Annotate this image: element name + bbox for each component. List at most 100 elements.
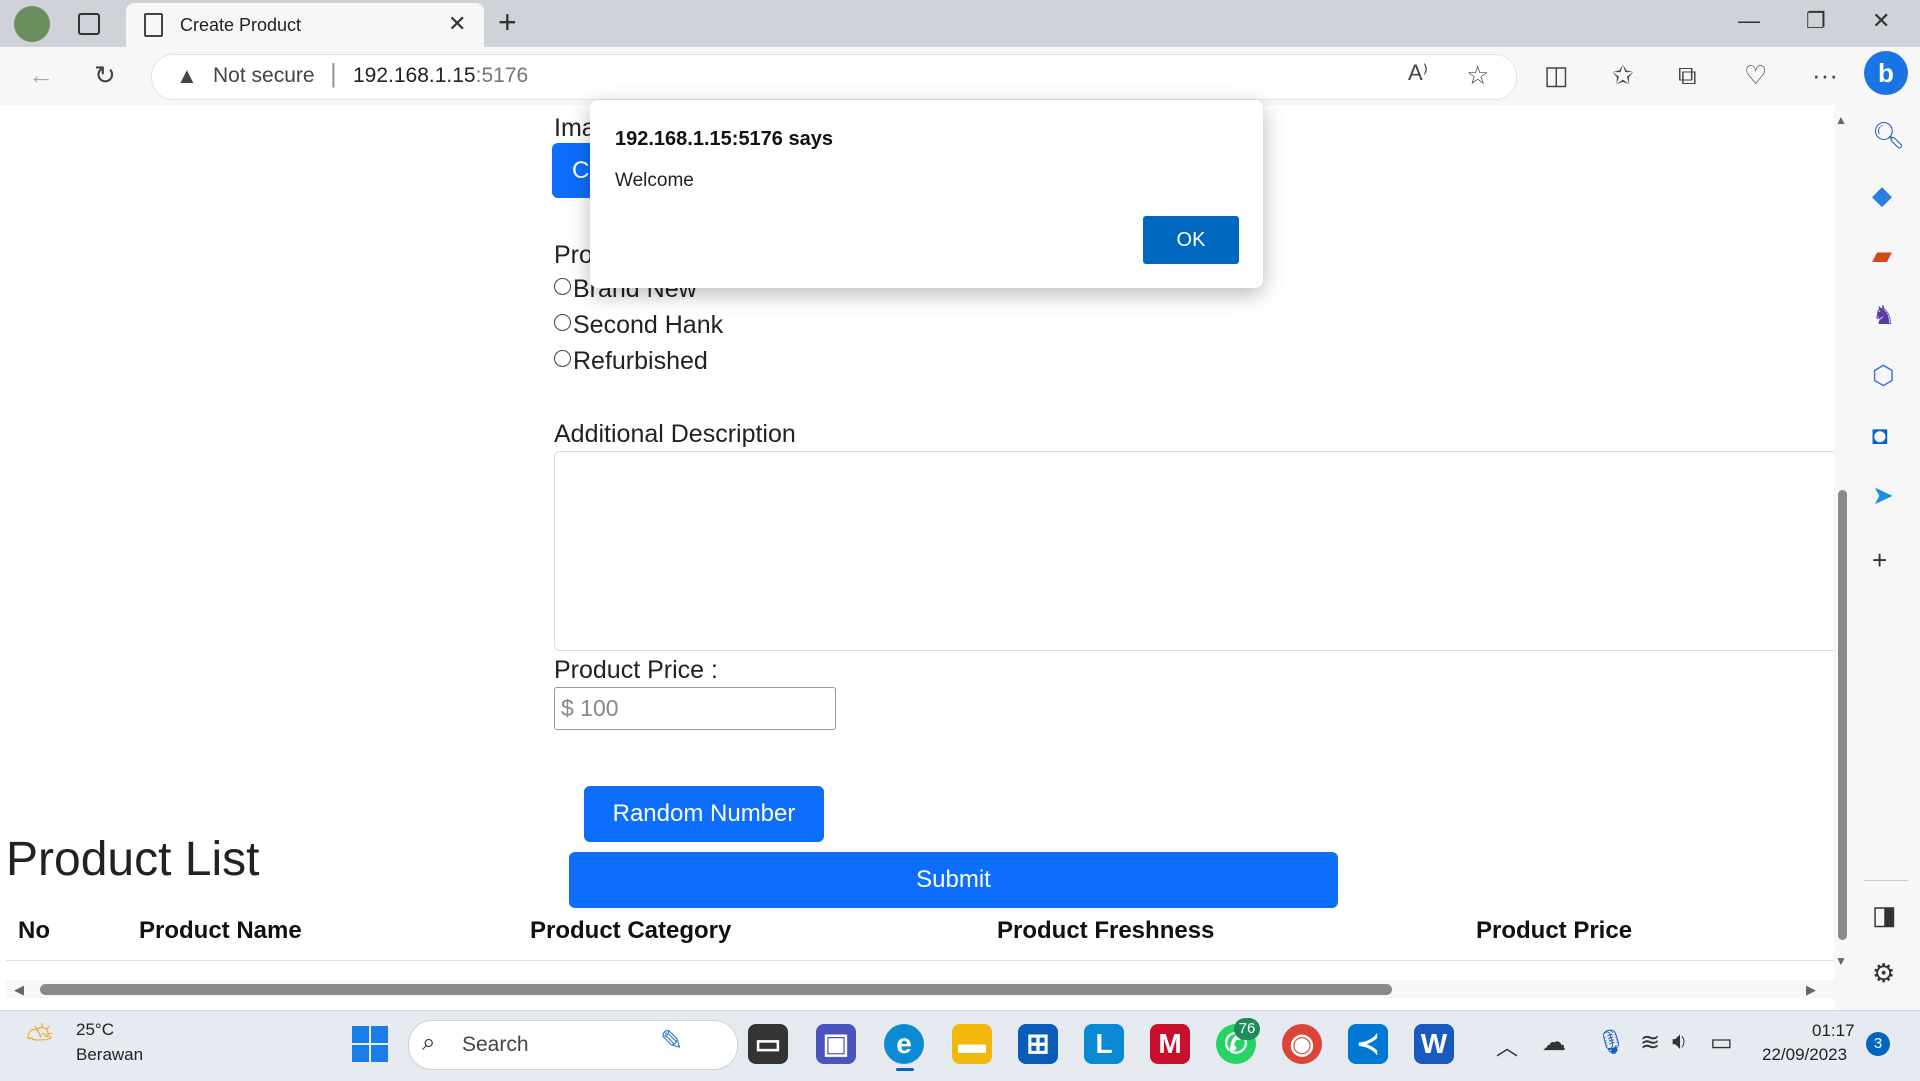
- sidebar-add-icon[interactable]: +: [1872, 545, 1887, 576]
- weather-icon[interactable]: ⛅︎: [26, 1020, 53, 1059]
- column-header-product-price: Product Price: [1476, 917, 1633, 944]
- active-app-indicator: [896, 1068, 914, 1071]
- url-port: :5176: [475, 64, 529, 87]
- minimize-icon[interactable]: —: [1738, 8, 1760, 34]
- ok-button[interactable]: OK: [1143, 216, 1239, 264]
- product-list-title: Product List: [6, 833, 260, 886]
- microsoft-store-icon[interactable]: ⊞: [1018, 1024, 1058, 1064]
- radio-label: Refurbished: [573, 347, 708, 375]
- scroll-down-icon[interactable]: ▼: [1835, 954, 1847, 968]
- taskbar-search-icon: ⌕: [422, 1029, 436, 1056]
- mcafee-icon[interactable]: M: [1150, 1024, 1190, 1064]
- battery-icon[interactable]: ▭: [1710, 1028, 1733, 1057]
- sidebar-tools-icon[interactable]: ▰: [1872, 240, 1892, 271]
- table-header-divider: [6, 960, 1834, 961]
- column-header-product-name: Product Name: [139, 917, 302, 944]
- start-windows-icon[interactable]: [352, 1026, 388, 1062]
- additional-description-textarea[interactable]: [554, 451, 1834, 651]
- task-view-icon[interactable]: ▭: [748, 1024, 788, 1064]
- page-icon: [144, 13, 163, 37]
- random-number-button[interactable]: Random Number: [584, 786, 824, 842]
- sidebar-outlook-icon[interactable]: ◘: [1872, 420, 1888, 451]
- wifi-icon[interactable]: ≋: [1640, 1028, 1660, 1057]
- radio-circle[interactable]: [554, 350, 571, 367]
- column-header-product-category: Product Category: [530, 917, 732, 944]
- freshness-label: Pro: [554, 241, 593, 269]
- radio-circle[interactable]: [554, 314, 571, 331]
- show-hidden-icons-chevron-icon[interactable]: ︿: [1496, 1030, 1518, 1062]
- horizontal-scroll-thumb[interactable]: [40, 984, 1392, 995]
- sidebar-settings-icon[interactable]: ⚙: [1872, 958, 1895, 989]
- submit-button[interactable]: Submit: [569, 852, 1338, 908]
- bing-copilot-icon[interactable]: b: [1864, 51, 1908, 95]
- windows-logo-square: [352, 1026, 369, 1043]
- column-header-product-freshness: Product Freshness: [997, 917, 1215, 944]
- favorites-icon[interactable]: ✩: [1612, 60, 1634, 91]
- scroll-right-icon[interactable]: ▶: [1806, 982, 1816, 998]
- volume-icon[interactable]: 🔉︎: [1672, 1028, 1687, 1056]
- vscode-icon[interactable]: ≺: [1348, 1024, 1388, 1064]
- windows-logo-square: [371, 1045, 388, 1062]
- taskbar-search[interactable]: [408, 1020, 738, 1070]
- sidebar-search-icon[interactable]: 🔍︎: [1872, 120, 1905, 151]
- alert-dialog: 192.168.1.15:5176 says Welcome OK: [590, 100, 1263, 288]
- whatsapp-badge: 76: [1234, 1018, 1260, 1040]
- onedrive-cloud-icon[interactable]: ☁: [1542, 1028, 1566, 1057]
- close-window-icon[interactable]: ✕: [1872, 8, 1890, 34]
- address-divider: |: [330, 58, 337, 88]
- url-host: 192.168.1.15: [353, 64, 476, 87]
- read-aloud-icon[interactable]: A⁾: [1408, 60, 1428, 86]
- tab-create-product[interactable]: Create Product ✕: [126, 3, 484, 47]
- sidebar-drop-icon[interactable]: ➤: [1872, 480, 1894, 511]
- more-options-icon[interactable]: ···: [1812, 60, 1838, 91]
- weather-desc[interactable]: Berawan: [76, 1045, 143, 1065]
- collections-icon[interactable]: ⧉: [1678, 60, 1697, 92]
- sidebar-shopping-icon[interactable]: ◆: [1872, 180, 1892, 211]
- teams-chat-icon[interactable]: ▣: [816, 1024, 856, 1064]
- sidebar-divider: [1864, 880, 1908, 881]
- dialog-message: Welcome: [615, 170, 694, 191]
- tab-actions-icon[interactable]: [78, 13, 100, 35]
- clock-time[interactable]: 01:17: [1812, 1021, 1855, 1041]
- dialog-title: 192.168.1.15:5176 says: [615, 128, 833, 150]
- word-icon[interactable]: W: [1414, 1024, 1454, 1064]
- additional-description-label: Additional Description: [554, 420, 796, 448]
- sidebar-toggle-icon[interactable]: ◨: [1872, 900, 1897, 931]
- url-text[interactable]: 192.168.1.15:5176: [353, 64, 528, 88]
- price-label: Product Price :: [554, 656, 718, 684]
- scroll-left-icon[interactable]: ◀: [14, 982, 24, 998]
- profile-avatar[interactable]: [14, 6, 50, 42]
- not-secure-label[interactable]: Not secure: [213, 64, 315, 88]
- browser-essentials-icon[interactable]: ♡: [1744, 60, 1767, 91]
- warning-icon[interactable]: ▲: [176, 63, 198, 89]
- tab-close-icon[interactable]: ✕: [448, 11, 466, 37]
- radio-circle[interactable]: [554, 278, 571, 295]
- new-tab-button[interactable]: +: [498, 4, 517, 41]
- split-screen-icon[interactable]: ◫: [1544, 60, 1569, 91]
- file-explorer-icon[interactable]: ▬: [952, 1024, 992, 1064]
- clock-date[interactable]: 22/09/2023: [1762, 1045, 1847, 1065]
- radio-refurbished[interactable]: Refurbished: [554, 347, 708, 376]
- back-icon[interactable]: ←: [28, 60, 54, 91]
- windows-logo-square: [371, 1026, 388, 1043]
- tab-title: Create Product: [180, 15, 302, 35]
- notification-badge[interactable]: 3: [1866, 1032, 1890, 1056]
- radio-label: Second Hank: [573, 311, 724, 339]
- restore-icon[interactable]: ❐: [1806, 8, 1826, 34]
- vertical-scroll-thumb[interactable]: [1838, 490, 1847, 940]
- column-header-no: No: [18, 917, 50, 944]
- edge-app-icon[interactable]: e: [884, 1024, 924, 1064]
- sidebar-microsoft365-icon[interactable]: ⬡: [1872, 360, 1895, 391]
- chrome-icon[interactable]: ◉: [1282, 1024, 1322, 1064]
- price-input[interactable]: $ 100: [554, 687, 836, 730]
- windows-logo-square: [352, 1045, 369, 1062]
- sidebar-games-icon[interactable]: ♞: [1872, 300, 1895, 331]
- taskbar-search-placeholder: Search: [462, 1033, 529, 1056]
- favorite-star-icon[interactable]: ☆: [1466, 60, 1489, 91]
- microphone-icon[interactable]: 🎙︎: [1596, 1028, 1626, 1057]
- l-app-icon[interactable]: L: [1084, 1024, 1124, 1064]
- scroll-up-icon[interactable]: ▲: [1835, 113, 1847, 127]
- refresh-icon[interactable]: ↻: [94, 60, 116, 91]
- radio-second-hank[interactable]: Second Hank: [554, 311, 723, 340]
- weather-temp[interactable]: 25°C: [76, 1020, 114, 1040]
